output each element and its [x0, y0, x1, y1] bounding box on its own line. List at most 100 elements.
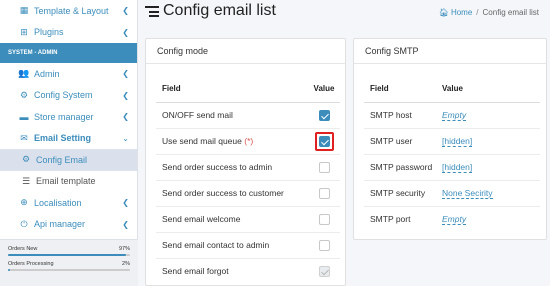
config-mode-card: Config mode Field Value ON/OFF send mail… — [145, 38, 346, 286]
field-label: Send order success to customer — [156, 180, 308, 207]
smtp-user-value[interactable]: [hidden] — [442, 136, 473, 147]
list-icon: ☰ — [21, 175, 31, 186]
stat-orders-processing: Orders Processing 2% — [8, 261, 130, 271]
globe-icon: ⊕ — [20, 197, 28, 208]
chevron-left-icon: ❮ — [122, 69, 129, 79]
column-header-value: Value — [436, 76, 540, 103]
field-label: Send email contact to admin — [156, 232, 308, 259]
sidebar-item-label: Email Setting — [34, 133, 92, 144]
chevron-left-icon: ❮ — [122, 219, 129, 229]
field-label: Send email welcome — [156, 206, 308, 233]
chevron-left-icon: ❮ — [122, 27, 129, 37]
smtp-port-value[interactable]: Empty — [442, 214, 467, 226]
gear-icon: ⚙ — [21, 154, 31, 165]
plugin-icon: ⊞ — [20, 26, 28, 37]
stat-label: Orders Processing — [8, 261, 54, 267]
field-label: ON/OFF send mail — [156, 102, 308, 129]
progress-bar — [8, 269, 130, 271]
table-row: SMTP port Empty — [364, 206, 540, 232]
email-forgot-checkbox[interactable] — [318, 265, 330, 277]
field-label: SMTP password — [364, 154, 436, 181]
card-title: Config SMTP — [354, 39, 546, 64]
users-icon: 👥 — [18, 68, 30, 79]
sidebar-item-config-system[interactable]: ⚙ Config System ❮ — [0, 85, 137, 107]
field-label: SMTP host — [364, 102, 436, 129]
stat-label: Orders New — [8, 246, 38, 252]
table-row: Send order success to customer — [156, 180, 340, 207]
progress-fill — [8, 254, 127, 256]
envelope-icon: ✉ — [20, 132, 28, 143]
sidebar-item-label: Admin — [34, 68, 60, 79]
chevron-left-icon: ❮ — [122, 198, 129, 208]
smtp-security-value[interactable]: None Secirity — [442, 188, 493, 199]
template-icon: ▦ — [19, 5, 29, 16]
breadcrumb: 🏠︎ Home / Config email list — [439, 8, 539, 17]
stat-orders-new: Orders New 97% — [8, 246, 130, 256]
sidebar: ▦ Template & Layout ❮ ⊞ Plugins ❮ SYSTEM… — [0, 0, 138, 286]
stat-value: 2% — [122, 261, 130, 267]
store-icon: ▬ — [19, 111, 29, 122]
sidebar-item-plugins[interactable]: ⊞ Plugins ❮ — [0, 22, 137, 44]
stat-value: 97% — [118, 246, 130, 252]
config-mode-table: Field Value ON/OFF send mail Use send ma… — [156, 76, 340, 284]
table-row: SMTP host Empty — [364, 102, 540, 129]
sidebar-section-header: SYSTEM - ADMIN — [0, 43, 137, 63]
sidebar-item-label: Plugins — [34, 27, 64, 38]
email-contact-admin-checkbox[interactable] — [318, 239, 330, 251]
order-success-admin-checkbox[interactable] — [318, 161, 330, 173]
table-row: Send email forgot — [156, 258, 340, 284]
highlight-box — [314, 131, 334, 151]
config-smtp-card: Config SMTP Field Value SMTP host Empty … — [353, 38, 547, 240]
sidebar-item-api-manager[interactable]: ⏻ Api manager ❮ — [0, 214, 137, 236]
sidebar-item-email-setting[interactable]: ✉ Email Setting ⌄ — [0, 127, 137, 149]
table-row: Use send mail queue (*) — [156, 128, 340, 155]
onoff-send-mail-checkbox[interactable] — [318, 109, 330, 121]
home-icon[interactable]: 🏠︎ — [439, 8, 449, 17]
sidebar-item-email-template[interactable]: ☰ Email template — [0, 171, 137, 193]
page-title: Config email list — [163, 2, 276, 19]
field-label: SMTP port — [370, 214, 411, 225]
sidebar-item-config-email[interactable]: ⚙ Config Email — [0, 149, 137, 171]
sidebar-item-label: Api manager — [34, 219, 86, 230]
order-success-customer-checkbox[interactable] — [318, 187, 330, 199]
sidebar-item-label: Store manager — [34, 111, 94, 122]
sidebar-item-label: Config System — [34, 90, 93, 101]
order-stats: Orders New 97% Orders Processing 2% — [0, 239, 138, 286]
chevron-left-icon: ❮ — [122, 90, 129, 100]
table-row: SMTP password [hidden] — [364, 154, 540, 181]
table-row: Send order success to admin — [156, 154, 340, 181]
chevron-left-icon: ❮ — [122, 6, 129, 16]
sidebar-item-label: Template & Layout — [34, 5, 109, 16]
page-header: Config email list 🏠︎ Home / Config email… — [145, 2, 545, 26]
sidebar-item-template-layout[interactable]: ▦ Template & Layout ❮ — [0, 0, 137, 22]
column-header-field: Field — [364, 76, 436, 103]
smtp-host-value[interactable]: Empty — [442, 110, 467, 121]
field-label: SMTP user — [364, 128, 436, 155]
field-label: Send order success to admin — [156, 154, 308, 181]
required-marker: (*) — [244, 136, 254, 146]
breadcrumb-separator: / — [476, 8, 479, 17]
column-header-value: Value — [308, 76, 340, 103]
progress-bar — [8, 254, 130, 256]
sidebar-item-admin[interactable]: 👥 Admin ❮ — [0, 63, 137, 85]
sidebar-item-localisation[interactable]: ⊕ Localisation ❮ — [0, 192, 137, 214]
smtp-password-value[interactable]: [hidden] — [442, 162, 473, 173]
progress-fill — [8, 269, 11, 271]
column-header-field: Field — [156, 76, 308, 103]
chevron-down-icon: ⌄ — [122, 133, 129, 143]
table-row: Send email welcome — [156, 206, 340, 233]
send-mail-queue-checkbox[interactable] — [318, 135, 330, 147]
table-row: SMTP security None Secirity — [364, 180, 540, 207]
table-row: SMTP user [hidden] — [364, 128, 540, 155]
table-row: ON/OFF send mail — [156, 102, 340, 129]
field-label: Use send mail queue (*) — [156, 128, 308, 155]
sidebar-item-label: Localisation — [34, 197, 82, 208]
sidebar-item-store-manager[interactable]: ▬ Store manager ❮ — [0, 106, 137, 128]
config-smtp-table: Field Value SMTP host Empty SMTP user [h… — [364, 76, 540, 232]
email-welcome-checkbox[interactable] — [318, 213, 330, 225]
list-indent-icon — [145, 6, 159, 19]
field-label: Send email forgot — [162, 266, 229, 277]
sidebar-item-label: Email template — [36, 176, 96, 187]
breadcrumb-current: Config email list — [482, 8, 539, 17]
breadcrumb-home-link[interactable]: Home — [451, 8, 472, 17]
